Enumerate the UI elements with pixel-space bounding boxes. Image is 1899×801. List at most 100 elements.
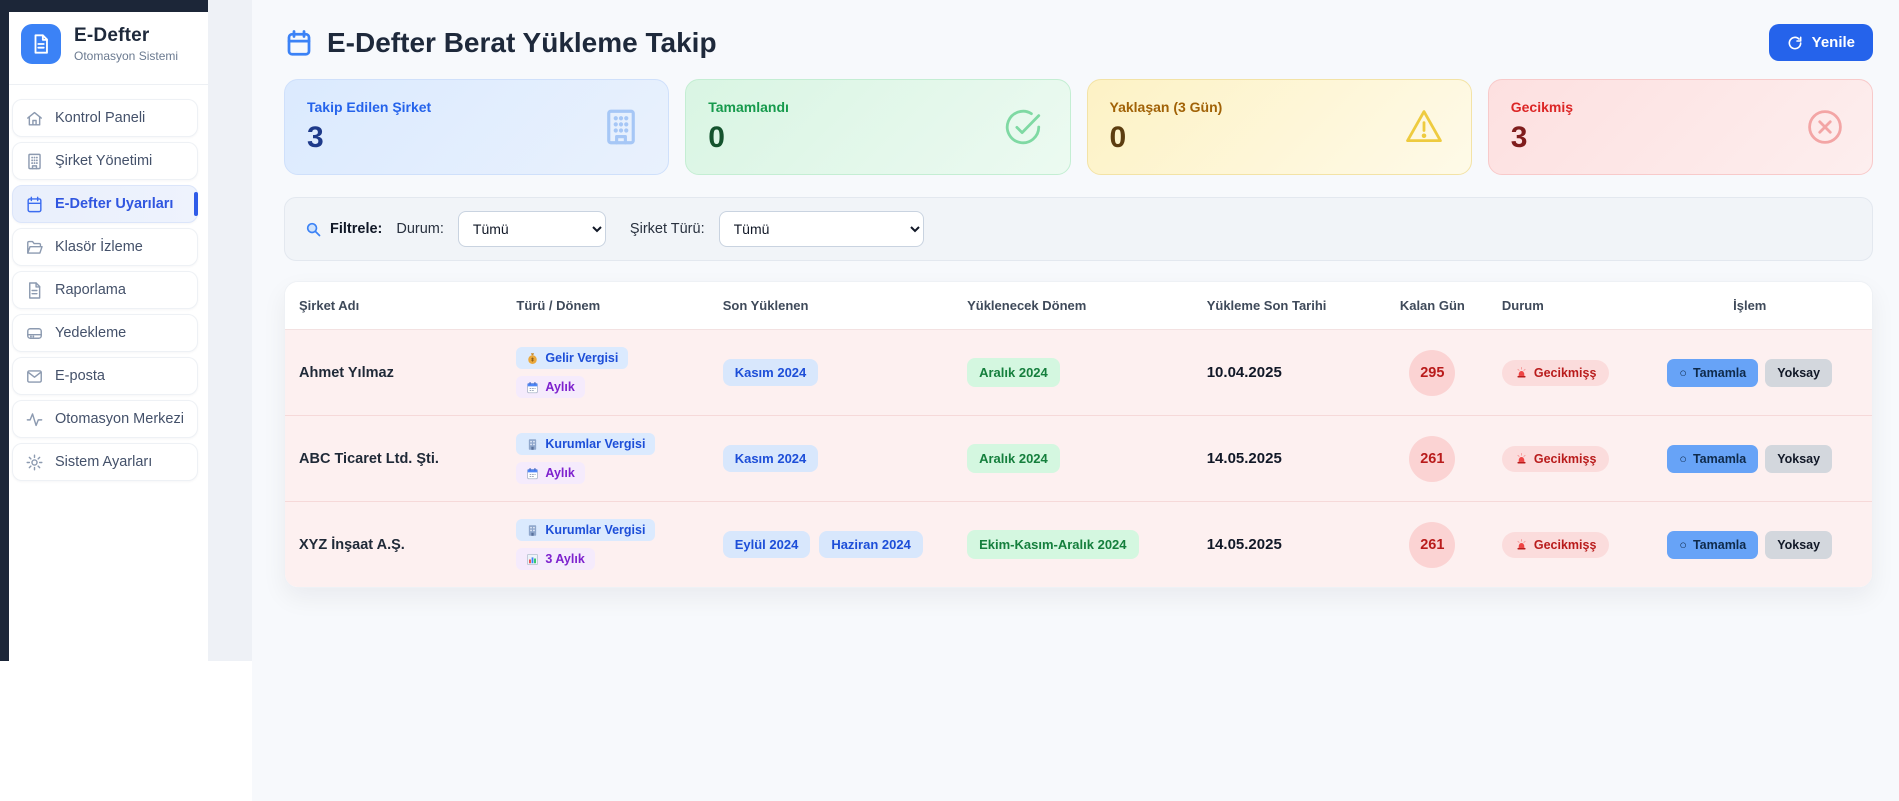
next-period-cell: Ekim-Kasım-Aralık 2024 [953,502,1193,587]
status-cell: Gecikmişş [1487,416,1628,502]
company-cell: ABC Ticaret Ltd. Şti. [285,416,503,502]
stat-card-label: Gecikmiş [1510,99,1574,115]
app-subtitle: Otomasyon Sistemi [74,49,179,63]
days-left-badge: 261 [1409,435,1456,482]
status-select[interactable]: Tümü [457,211,606,247]
next-period-badge: Aralık 2024 [967,358,1060,387]
circle-icon: ○ [1679,537,1687,552]
refresh-icon [1788,36,1802,49]
stat-card-value: 3 [307,121,324,154]
sidebar-gutter [208,0,252,661]
sidebar-item-label: Klasör İzleme [55,239,143,255]
complete-button[interactable]: ○ Tamamla [1667,444,1759,473]
last-uploaded-badges: Kasım 2024 [722,359,819,386]
month-badge: Kasım 2024 [722,359,819,386]
sidebar-item-label: Şirket Yönetimi [55,153,153,169]
refresh-button[interactable]: Yenile [1768,24,1873,61]
company-name: XYZ İnşaat A.Ş. [299,536,405,553]
tax-type-label: Kurumlar Vergisi [545,437,646,451]
sidebar-item-sistem-ayarlari[interactable]: Sistem Ayarları [12,443,198,481]
complete-button-label: Tamamla [1692,451,1747,466]
status-badge: Gecikmişş [1501,531,1610,558]
tax-type-label: Kurumlar Vergisi [545,523,646,537]
tax-type-badge: Kurumlar Vergisi [516,519,656,541]
company-type-select[interactable]: Tümü [718,211,924,247]
table-row: Ahmet Yılmaz Gelir Vergisi Aylık Kasım 2024… [285,330,1872,416]
report-icon [25,281,44,300]
period-type-label: Aylık [545,466,575,480]
deadline-date: 14.05.2025 [1206,449,1282,467]
company-type-filter-label: Şirket Türü: [629,221,705,237]
status-label: Gecikmişş [1533,451,1597,466]
days-left-badge: 295 [1409,349,1456,396]
folder-icon [25,238,44,257]
status-cell: Gecikmişş [1487,502,1628,587]
next-period-cell: Aralık 2024 [953,330,1193,416]
last-uploaded-badges: Kasım 2024 [722,445,819,472]
calendar-page-icon [526,467,539,480]
status-cell: Gecikmişş [1487,330,1628,416]
left-dark-edge [0,0,9,661]
deadline-cell: 14.05.2025 [1192,416,1377,502]
ignore-button[interactable]: Yoksay [1765,358,1833,387]
ignore-button[interactable]: Yoksay [1765,530,1833,559]
table-header-row: Şirket Adı Türü / Dönem Son Yüklenen Yüklen… [285,282,1872,330]
sidebar-item-kontrol-paneli[interactable]: Kontrol Paneli [12,99,198,137]
calendar-icon [287,29,311,56]
type-period-cell: Kurumlar Vergisi 3 Aylık [502,502,709,587]
last-uploaded-badges: Eylül 2024 Haziran 2024 [722,531,923,558]
complete-button-label: Tamamla [1692,537,1747,552]
stat-card-yaklasan: Yaklaşan (3 Gün) 0 [1086,79,1472,175]
sidebar-item-e-posta[interactable]: E-posta [12,357,198,395]
tax-type-badge: Kurumlar Vergisi [516,433,656,455]
tracking-table-card: Şirket Adı Türü / Dönem Son Yüklenen Yüklen… [284,281,1873,588]
deadline-date: 14.05.2025 [1206,535,1282,553]
stat-card-label: Tamamlandı [708,99,789,115]
sidebar-item-label: Kontrol Paneli [55,110,146,126]
circle-icon: ○ [1679,365,1687,380]
sidebar-item-otomasyon-merkezi[interactable]: Otomasyon Merkezi [12,400,198,438]
status-badge: Gecikmişş [1501,445,1610,472]
siren-icon [1515,538,1528,551]
company-name: Ahmet Yılmaz [299,364,394,381]
status-label: Gecikmişş [1533,537,1597,552]
sidebar-item-label: E-posta [55,368,105,384]
month-badge: Haziran 2024 [819,531,923,558]
days-left-cell: 261 [1376,416,1488,502]
sidebar-item-label: Raporlama [55,282,126,298]
sidebar-item-klasor-izleme[interactable]: Klasör İzleme [12,228,198,266]
sidebar-item-yedekleme[interactable]: Yedekleme [12,314,198,352]
stat-card-value: 0 [708,121,725,154]
sidebar-nav: Kontrol Paneli Şirket Yönetimi E-Defter Uy… [0,85,208,481]
next-period-badge: Ekim-Kasım-Aralık 2024 [967,530,1139,559]
ignore-button[interactable]: Yoksay [1765,444,1833,473]
stat-card-takip-edilen-sirket: Takip Edilen Şirket 3 [284,79,670,175]
column-header: Yükleme Son Tarihi [1192,282,1377,330]
sidebar-item-label: Yedekleme [55,325,127,341]
gear-icon [25,453,44,472]
backup-icon [25,324,44,343]
row-actions: ○ Tamamla Yoksay [1667,444,1833,473]
deadline-cell: 10.04.2025 [1192,330,1377,416]
tax-type-label: Gelir Vergisi [545,351,619,365]
sidebar-item-raporlama[interactable]: Raporlama [12,271,198,309]
column-header: Durum [1487,282,1628,330]
status-filter-label: Durum: [396,221,444,237]
stat-card-value: 0 [1109,121,1127,154]
building-icon [600,106,642,148]
x-circle-icon [1804,106,1846,148]
home-icon [25,109,44,128]
status-badge: Gecikmişş [1501,359,1610,386]
sidebar-item-sirket-yonetimi[interactable]: Şirket Yönetimi [12,142,198,180]
magnifier-icon [306,222,321,236]
building-icon [25,152,44,171]
period-type-badge: Aylık [516,376,585,398]
company-cell: XYZ İnşaat A.Ş. [285,502,503,587]
complete-button[interactable]: ○ Tamamla [1667,358,1759,387]
office-building-icon [526,438,539,451]
table-row: ABC Ticaret Ltd. Şti. Kurumlar Vergisi Ayl… [285,416,1872,502]
complete-button[interactable]: ○ Tamamla [1667,530,1759,559]
sidebar-item-edefter-uyarilari[interactable]: E-Defter Uyarıları [12,185,198,223]
money-bag-icon [526,352,539,365]
sidebar-item-label: E-Defter Uyarıları [55,196,174,212]
